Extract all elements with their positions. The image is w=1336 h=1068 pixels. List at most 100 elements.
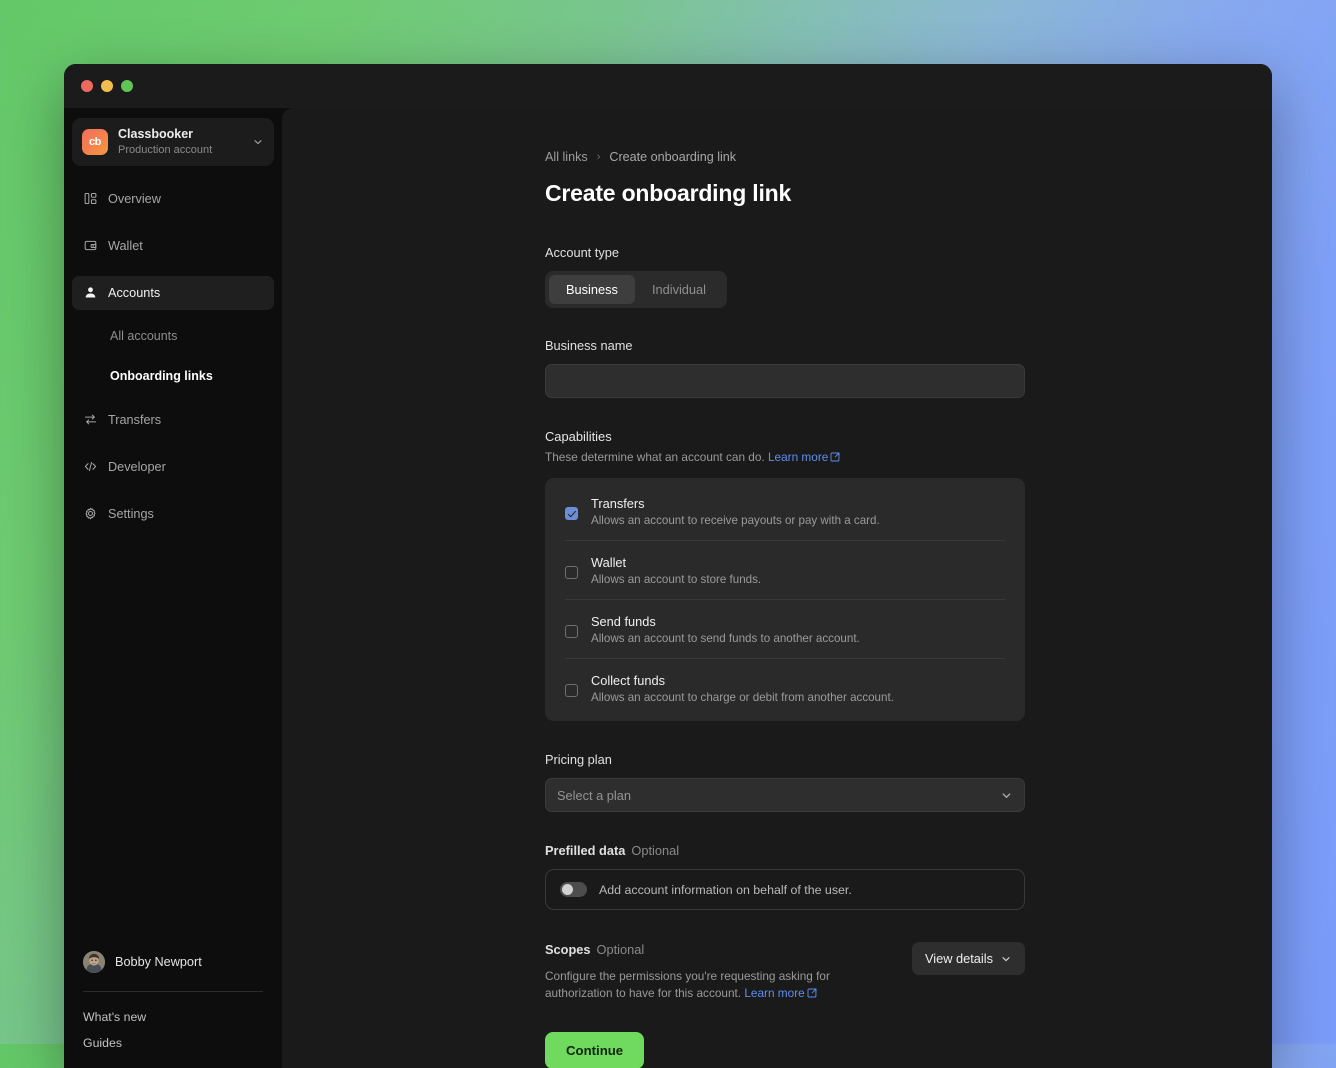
capability-name: Send funds — [591, 614, 656, 630]
transfers-icon — [83, 413, 97, 427]
capability-row[interactable]: Wallet Allows an account to store funds. — [565, 541, 1005, 601]
gear-icon — [83, 507, 97, 521]
capability-name: Wallet — [591, 555, 627, 571]
capability-row[interactable]: Transfers Allows an account to receive p… — [565, 482, 1005, 542]
capability-description: Allows an account to charge or debit fro… — [591, 691, 894, 705]
capability-text: Wallet Allows an account to store funds. — [591, 555, 1005, 586]
prefilled-data-optional-tag: Optional — [631, 843, 680, 859]
sidebar-item-accounts[interactable]: Accounts — [72, 275, 274, 310]
chevron-down-icon — [1002, 793, 1011, 798]
capability-description: Allows an account to send funds to anoth… — [591, 632, 860, 646]
scopes-section: Scopes Optional Configure the permissions… — [545, 942, 1025, 1002]
classbooker-logo-icon: cb — [82, 128, 108, 155]
scopes-description: Configure the permissions you're request… — [545, 968, 892, 1002]
external-link-icon — [830, 452, 840, 462]
window-titlebar — [64, 64, 1272, 108]
app-window: cb Classbooker Production account Overvi… — [64, 64, 1272, 1068]
avatar — [83, 951, 105, 973]
pricing-plan-placeholder: Select a plan — [557, 787, 631, 803]
business-name-input[interactable] — [545, 364, 1025, 398]
scopes-optional-tag: Optional — [596, 942, 645, 958]
account-text: Classbooker Production account — [118, 127, 242, 157]
capability-wallet-checkbox[interactable] — [565, 566, 578, 580]
capability-description: Allows an account to receive payouts or … — [591, 514, 880, 528]
chevron-down-icon — [254, 140, 262, 145]
wallet-icon — [83, 239, 97, 253]
minimize-window-button[interactable] — [101, 80, 113, 92]
guides-link[interactable]: Guides — [72, 1030, 274, 1056]
scopes-title: Scopes — [545, 942, 591, 958]
sidebar-subitem-onboarding-links[interactable]: Onboarding links — [72, 363, 274, 389]
capability-transfers-checkbox[interactable] — [565, 507, 578, 521]
main-content: All links › Create onboarding link Creat… — [282, 108, 1272, 1068]
capability-text: Collect funds Allows an account to charg… — [591, 673, 1005, 704]
sidebar-item-label: Settings — [108, 506, 154, 521]
sidebar-item-label: Developer — [108, 459, 166, 474]
capability-send-funds-checkbox[interactable] — [565, 625, 578, 639]
scopes-learn-more-link[interactable]: Learn more — [744, 986, 804, 1000]
sidebar: cb Classbooker Production account Overvi… — [64, 108, 282, 1068]
scopes-label: Scopes Optional — [545, 942, 892, 957]
sidebar-divider — [83, 991, 263, 992]
account-switcher[interactable]: cb Classbooker Production account — [72, 118, 274, 166]
whats-new-link[interactable]: What's new — [72, 1004, 274, 1030]
user-name: Bobby Newport — [115, 955, 202, 969]
prefilled-data-toggle-label: Add account information on behalf of the… — [599, 882, 852, 897]
sidebar-subitem-label: Onboarding links — [110, 368, 213, 383]
chevron-down-icon — [1002, 956, 1010, 961]
window-body: cb Classbooker Production account Overvi… — [64, 108, 1272, 1068]
prefilled-data-toggle[interactable] — [560, 882, 587, 898]
capabilities-card: Transfers Allows an account to receive p… — [545, 478, 1025, 722]
capability-name: Transfers — [591, 496, 645, 512]
external-link-icon — [807, 988, 817, 998]
zoom-window-button[interactable] — [121, 80, 133, 92]
sidebar-item-wallet[interactable]: Wallet — [72, 229, 274, 263]
view-details-label: View details — [924, 951, 993, 967]
sidebar-subitem-label: All accounts — [110, 328, 178, 343]
scopes-text-block: Scopes Optional Configure the permissions… — [545, 942, 892, 1002]
account-type-business-option[interactable]: Business — [549, 275, 635, 304]
capabilities-description-text: These determine what an account can do. — [545, 450, 765, 464]
sidebar-item-label: Overview — [108, 191, 161, 206]
page-title: Create onboarding link — [545, 180, 792, 206]
sidebar-footer: Bobby Newport What's new Guides — [72, 945, 274, 1068]
sidebar-item-developer[interactable]: Developer — [72, 450, 274, 484]
account-subtitle: Production account — [118, 143, 213, 156]
capability-name: Collect funds — [591, 673, 665, 689]
pricing-plan-select[interactable]: Select a plan — [545, 778, 1025, 813]
view-details-button[interactable]: View details — [911, 942, 1025, 976]
close-window-button[interactable] — [81, 80, 93, 92]
account-name: Classbooker — [118, 127, 194, 141]
breadcrumb-current: Create onboarding link — [609, 150, 737, 164]
capability-description: Allows an account to store funds. — [591, 573, 762, 587]
capability-collect-funds-checkbox[interactable] — [565, 684, 578, 698]
account-type-toggle-group: Business Individual — [545, 271, 728, 308]
user-profile-row[interactable]: Bobby Newport — [72, 945, 274, 979]
account-type-individual-option[interactable]: Individual — [635, 275, 723, 304]
form-container: All links › Create onboarding link Creat… — [545, 150, 1025, 1068]
sidebar-item-overview[interactable]: Overview — [72, 182, 274, 216]
capabilities-learn-more-link[interactable]: Learn more — [768, 450, 828, 464]
person-icon — [83, 286, 97, 300]
capabilities-description: These determine what an account can do. … — [545, 449, 1025, 466]
sidebar-item-transfers[interactable]: Transfers — [72, 403, 274, 437]
code-icon — [83, 460, 97, 474]
capability-row[interactable]: Collect funds Allows an account to charg… — [565, 659, 1005, 717]
sidebar-nav: Overview Wallet Accounts All accounts On… — [72, 182, 274, 544]
logo-text: cb — [88, 135, 102, 148]
sidebar-item-settings[interactable]: Settings — [72, 497, 274, 531]
capability-row[interactable]: Send funds Allows an account to send fun… — [565, 600, 1005, 660]
account-type-label: Account type — [545, 245, 619, 260]
dashboard-icon — [83, 192, 97, 206]
capability-text: Transfers Allows an account to receive p… — [591, 496, 1005, 527]
business-name-label: Business name — [545, 338, 633, 353]
capabilities-heading: Capabilities — [545, 429, 612, 444]
breadcrumb: All links › Create onboarding link — [545, 150, 1025, 164]
sidebar-item-label: Transfers — [108, 412, 162, 427]
sidebar-subitem-all-accounts[interactable]: All accounts — [72, 323, 274, 349]
prefilled-data-card: Add account information on behalf of the… — [545, 869, 1025, 911]
continue-button[interactable]: Continue — [545, 1032, 645, 1068]
breadcrumb-all-links[interactable]: All links — [545, 150, 588, 164]
sidebar-item-label: Wallet — [108, 238, 143, 253]
toggle-knob — [562, 884, 573, 896]
